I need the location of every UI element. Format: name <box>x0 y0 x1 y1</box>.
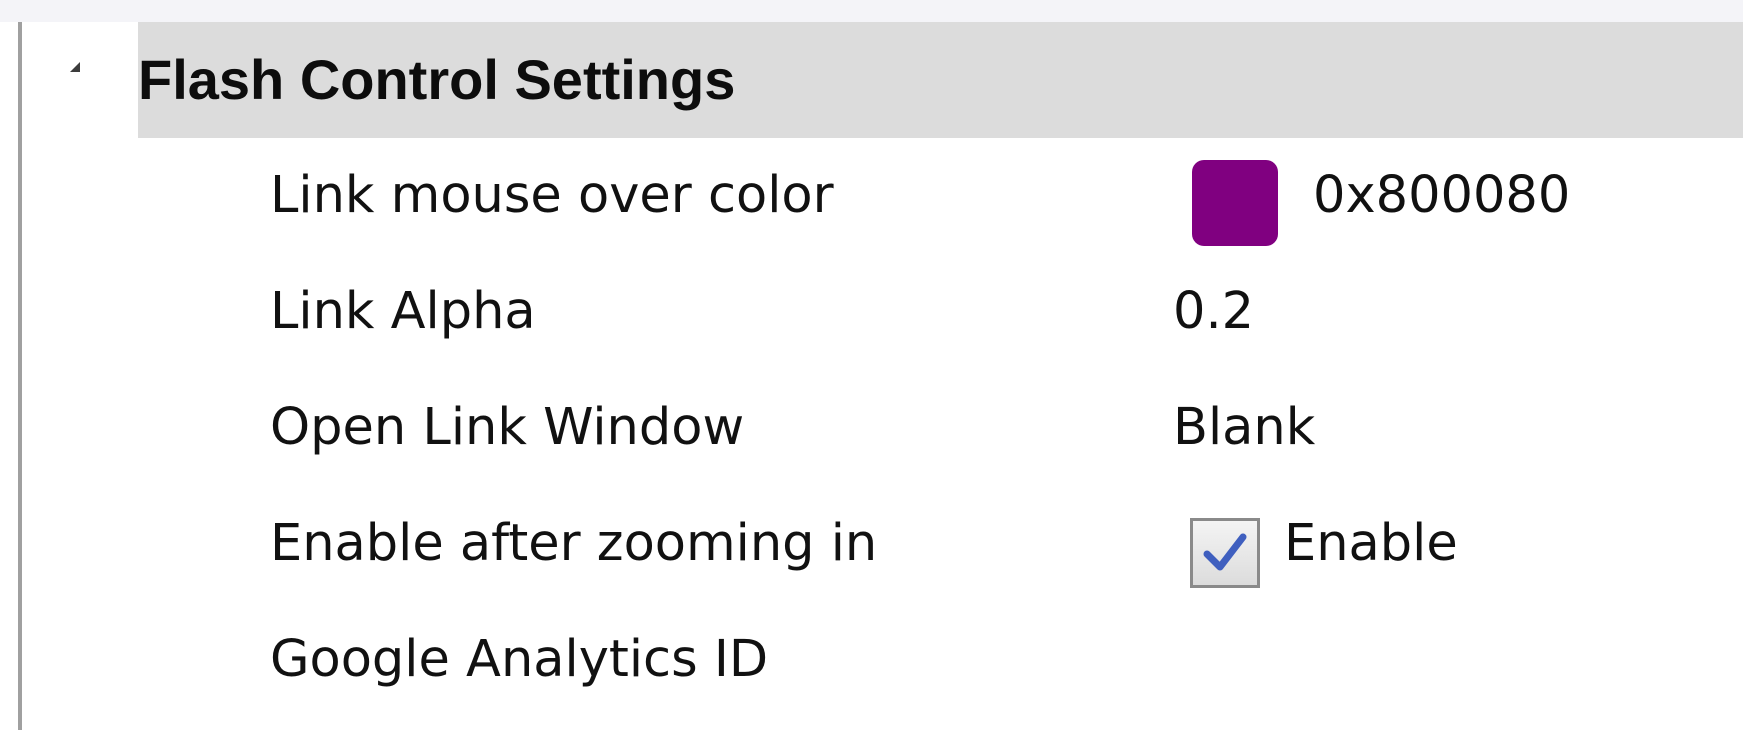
collapse-triangle-icon[interactable] <box>70 62 80 72</box>
top-strip <box>0 0 1743 22</box>
property-row-link-alpha[interactable]: Link Alpha 0.2 <box>0 254 1743 370</box>
property-row-google-analytics-id[interactable]: Google Analytics ID <box>0 602 1743 718</box>
checkmark-icon <box>1203 533 1247 571</box>
color-swatch[interactable] <box>1192 160 1278 246</box>
property-row-enable-after-zooming-in[interactable]: Enable after zooming in Enable <box>0 486 1743 602</box>
property-value[interactable]: 0.2 <box>1173 254 1254 370</box>
checkbox-label: Enable <box>1284 514 1458 573</box>
property-value[interactable]: Blank <box>1173 370 1315 486</box>
property-label: Enable after zooming in <box>270 514 878 573</box>
color-value: 0x800080 <box>1313 166 1571 225</box>
property-label: Google Analytics ID <box>270 630 769 689</box>
property-label: Open Link Window <box>270 398 745 457</box>
property-row-open-link-window[interactable]: Open Link Window Blank <box>0 370 1743 486</box>
property-label: Link mouse over color <box>270 166 834 225</box>
enable-checkbox[interactable] <box>1190 518 1260 588</box>
group-title: Flash Control Settings <box>138 48 736 111</box>
property-label: Link Alpha <box>270 282 536 341</box>
property-row-link-mouse-over-color[interactable]: Link mouse over color 0x800080 <box>0 138 1743 254</box>
